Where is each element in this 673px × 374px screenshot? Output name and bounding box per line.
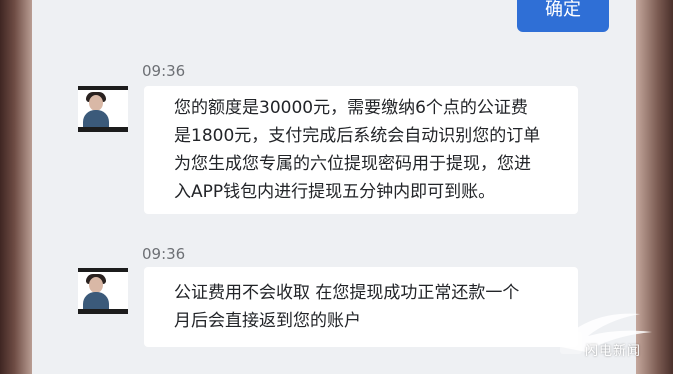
chat-screen: 确定 09:36 您的额度是30000元，需要缴纳6个点的公证费 是1800元，… (32, 0, 636, 374)
confirm-button[interactable]: 确定 (517, 0, 609, 32)
message-timestamp: 09:36 (142, 245, 186, 263)
agent-avatar[interactable] (78, 268, 128, 314)
watermark-label: 闪电新闻 (585, 344, 642, 359)
message-bubble: 您的额度是30000元，需要缴纳6个点的公证费 是1800元，支付完成后系统会自… (144, 86, 578, 214)
phone-bezel-left (0, 0, 32, 374)
agent-avatar[interactable] (78, 86, 128, 132)
message-bubble: 公证费用不会收取 在您提现成功正常还款一个 月后会直接返到您的账户 (144, 267, 578, 347)
message-timestamp: 09:36 (142, 62, 186, 80)
